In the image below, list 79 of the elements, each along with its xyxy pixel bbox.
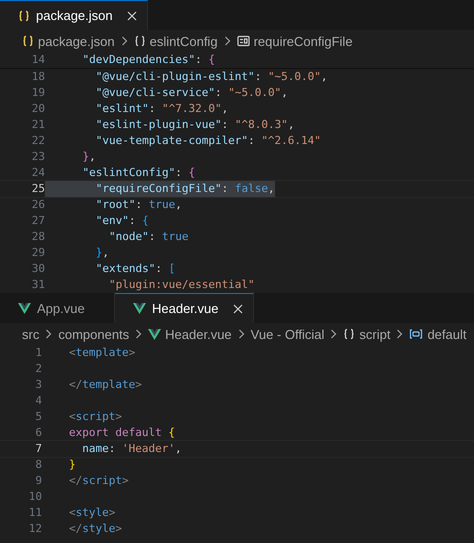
line-number: 21 — [30, 117, 45, 133]
code-line: "eslint": "^7.32.0", — [94, 101, 228, 117]
line-number: 8 — [34, 457, 42, 473]
code-line: "devDependencies": { — [81, 52, 215, 68]
code-line: }, — [94, 245, 109, 261]
vue-logo-icon — [148, 328, 162, 340]
code-line: "node": true — [108, 229, 188, 245]
line-number: 14 — [30, 52, 45, 68]
line-number: 7 — [34, 441, 42, 457]
close-icon[interactable] — [232, 304, 242, 314]
line-number: 10 — [28, 489, 42, 505]
chevron-icon — [238, 329, 245, 339]
vue-logo-icon — [18, 302, 31, 314]
line-number: 2 — [34, 361, 42, 377]
breadcrumb-item[interactable]: components — [58, 326, 130, 342]
line-number: 31 — [30, 277, 45, 293]
code-line: "eslint-plugin-vue": "^8.0.3", — [94, 117, 294, 133]
code-line: </script> — [68, 473, 129, 489]
vue-logo-icon — [133, 303, 146, 314]
chevron-icon — [396, 329, 404, 339]
property-icon — [236, 35, 250, 47]
line-number: 27 — [30, 213, 45, 229]
breadcrumb-item[interactable]: script — [359, 326, 390, 342]
line-number: 25 — [30, 181, 45, 197]
code-line: "eslintConfig": { — [81, 165, 196, 181]
chevron-icon — [120, 36, 128, 46]
code-line: }, — [81, 149, 96, 165]
line-number: 22 — [30, 133, 45, 149]
code-line: "plugin:vue/essential" — [108, 277, 255, 293]
breadcrumb-item[interactable]: eslintConfig — [150, 34, 218, 48]
line-number: 4 — [34, 393, 42, 409]
breadcrumb-item[interactable]: Header.vue — [165, 326, 232, 342]
line-number: 12 — [28, 521, 42, 537]
code-line: export default { — [68, 425, 175, 441]
code-line: </style> — [68, 521, 122, 537]
line-number: 26 — [30, 197, 45, 213]
braces-icon — [18, 10, 30, 22]
line-number: 18 — [30, 69, 45, 85]
chevron-icon — [224, 36, 231, 46]
code-line: <script> — [68, 409, 122, 425]
braces-icon — [22, 35, 34, 47]
breadcrumb-item[interactable]: requireConfigFile — [254, 34, 353, 48]
code-line: "vue-template-compiler": "^2.6.14" — [94, 133, 321, 149]
editor-tab[interactable]: Header.vue — [115, 293, 254, 323]
code-line: "@vue/cli-service": "~5.0.0", — [94, 85, 288, 101]
line-number: 19 — [30, 85, 45, 101]
code-line: </template> — [68, 377, 142, 393]
breadcrumb-item[interactable]: default — [427, 326, 466, 342]
code-line: "@vue/cli-plugin-eslint": "~5.0.0", — [94, 69, 328, 85]
line-number: 6 — [34, 425, 42, 441]
variable-icon — [409, 328, 424, 340]
chevron-icon — [135, 329, 142, 339]
line-number: 20 — [30, 101, 45, 117]
line-number: 11 — [28, 505, 42, 521]
code-line: } — [68, 457, 76, 473]
close-icon[interactable] — [126, 10, 137, 20]
line-number: 28 — [30, 229, 45, 245]
code-line: <template> — [68, 345, 136, 361]
line-number: 1 — [34, 345, 42, 361]
breadcrumb-item[interactable]: src — [22, 326, 40, 342]
line-number: 5 — [34, 409, 42, 425]
braces-icon — [343, 328, 356, 340]
line-number: 29 — [30, 245, 45, 261]
line-number: 23 — [30, 149, 45, 165]
line-number: 30 — [30, 261, 45, 277]
breadcrumb-item[interactable]: package.json — [38, 34, 115, 48]
braces-icon — [134, 35, 146, 47]
code-line: name: 'Header', — [81, 441, 182, 457]
line-number: 9 — [34, 473, 42, 489]
line-number: 3 — [34, 377, 42, 393]
code-line: "root": true, — [94, 197, 182, 213]
line-number: 24 — [30, 165, 45, 181]
code-line: "extends": [ — [94, 261, 176, 277]
code-line: <style> — [68, 505, 116, 521]
chevron-icon — [45, 329, 52, 339]
chevron-icon — [330, 329, 338, 339]
editor-tab[interactable]: package.json — [0, 0, 148, 30]
code-line: "env": { — [94, 213, 149, 229]
breadcrumb-item[interactable]: Vue - Official — [250, 326, 324, 342]
